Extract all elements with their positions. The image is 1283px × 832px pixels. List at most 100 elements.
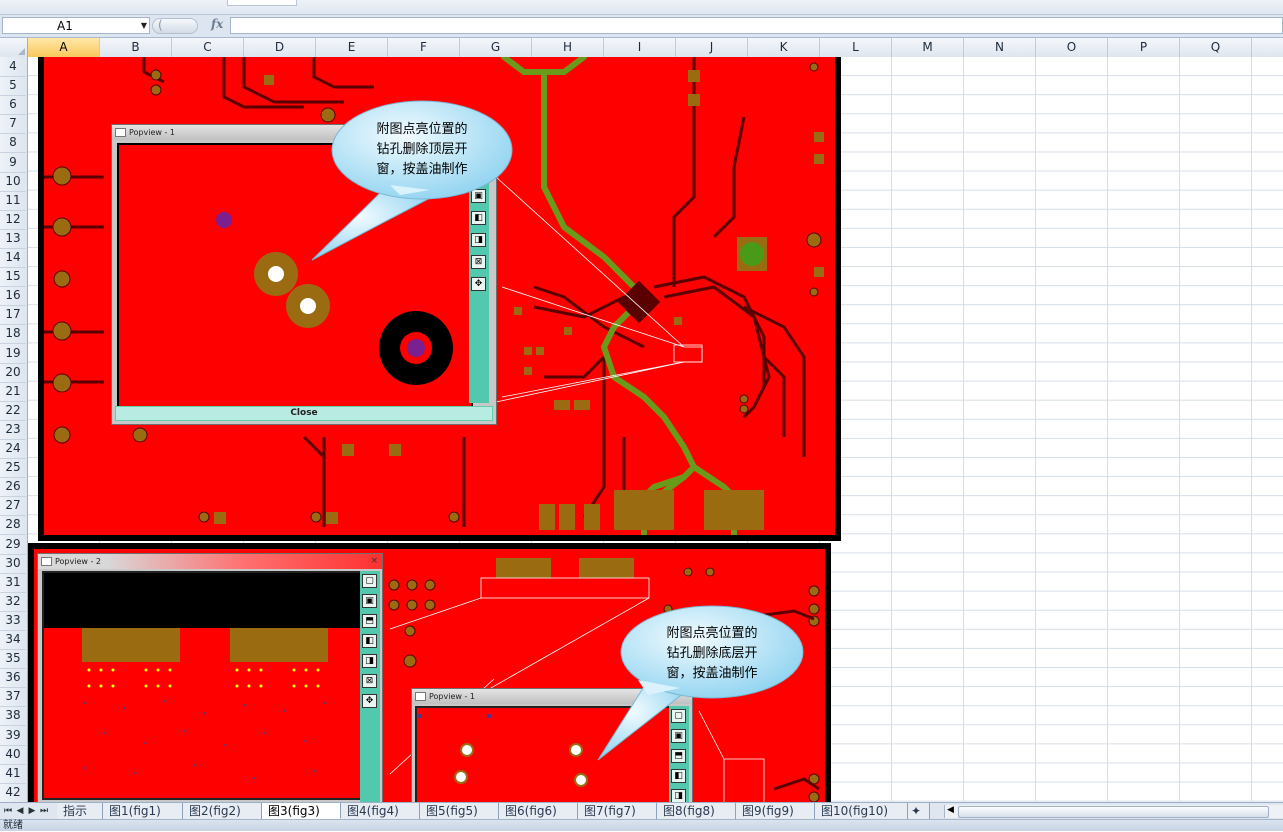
row-header[interactable]: 17	[0, 305, 26, 326]
scroll-left-icon[interactable]: ◀	[947, 805, 954, 815]
row-header[interactable]: 26	[0, 477, 26, 498]
row-header[interactable]: 14	[0, 248, 26, 268]
row-header[interactable]: 27	[0, 496, 26, 517]
callout-text: 附图点亮位置的 钻孔删除底层开 窗，按盖油制作	[646, 624, 778, 684]
pan-up-icon[interactable]: ⬒	[362, 614, 377, 628]
row-header[interactable]: 33	[0, 611, 26, 631]
row-header[interactable]: 23	[0, 420, 26, 440]
row-header[interactable]: 10	[0, 172, 26, 192]
row-header[interactable]: 36	[0, 668, 26, 689]
row-header[interactable]: 9	[0, 153, 26, 173]
row-header[interactable]: 4	[0, 57, 26, 77]
popview-window-bottom-left[interactable]: Popview - 2 × ▢ ▣ ⬒ ◧ ◨ ⊠ ✥	[37, 553, 383, 803]
last-sheet-icon[interactable]: ⏭	[38, 804, 50, 818]
row-header[interactable]: 16	[0, 286, 26, 307]
formula-expand-handle[interactable]: (	[152, 18, 198, 34]
row-header[interactable]: 13	[0, 229, 26, 249]
sheet-tab-fig3[interactable]: 图3(fig3)	[262, 803, 341, 819]
row-header[interactable]: 5	[0, 76, 26, 97]
column-header-n[interactable]: N	[964, 38, 1036, 57]
row-header[interactable]: 21	[0, 382, 26, 402]
column-header-k[interactable]: K	[748, 38, 820, 57]
select-all-corner[interactable]	[0, 38, 28, 57]
popview-canvas[interactable]	[42, 571, 362, 800]
sheet-tab-index[interactable]: 指示	[57, 803, 103, 819]
expand-icon[interactable]: ✥	[362, 694, 377, 708]
sheet-tab-fig6[interactable]: 图6(fig6)	[499, 803, 578, 819]
row-header[interactable]: 11	[0, 191, 26, 211]
row-header[interactable]: 42	[0, 783, 26, 802]
column-header-e[interactable]: E	[316, 38, 388, 57]
column-header-q[interactable]: Q	[1180, 38, 1252, 57]
row-header[interactable]: 12	[0, 210, 26, 230]
column-header-f[interactable]: F	[388, 38, 460, 57]
pill-glyph: (	[158, 18, 163, 32]
row-headers: 4 5 6 7 8 9 10 11 12 13 14 15 16 17 18 1…	[0, 57, 28, 802]
pan-right-icon[interactable]: ◨	[671, 789, 686, 803]
row-header[interactable]: 25	[0, 458, 26, 479]
sheet-tab-fig9[interactable]: 图9(fig9)	[736, 803, 815, 819]
sheet-tab-fig4[interactable]: 图4(fig4)	[341, 803, 420, 819]
row-header[interactable]: 35	[0, 649, 26, 670]
row-header[interactable]: 40	[0, 745, 26, 765]
row-header[interactable]: 29	[0, 535, 26, 555]
row-header[interactable]: 18	[0, 324, 26, 345]
first-sheet-icon[interactable]: ⏮	[2, 804, 14, 818]
row-header[interactable]: 38	[0, 706, 26, 727]
sheet-tab-fig2[interactable]: 图2(fig2)	[183, 803, 262, 819]
column-header-l[interactable]: L	[820, 38, 892, 57]
chevron-down-icon[interactable]: ▼	[141, 21, 147, 30]
zoom-in-icon[interactable]: ▣	[362, 594, 377, 608]
row-header[interactable]: 30	[0, 554, 26, 574]
column-header-b[interactable]: B	[100, 38, 172, 57]
name-box[interactable]: A1 ▼	[2, 17, 150, 34]
column-header-i[interactable]: I	[604, 38, 676, 57]
row-header[interactable]: 34	[0, 630, 26, 650]
column-header-m[interactable]: M	[892, 38, 964, 57]
row-header[interactable]: 22	[0, 401, 26, 421]
pan-left-icon[interactable]: ◧	[362, 634, 377, 648]
fit-view-icon[interactable]: ⊠	[362, 674, 377, 688]
column-header-p[interactable]: P	[1108, 38, 1180, 57]
row-header[interactable]: 31	[0, 573, 26, 593]
next-sheet-icon[interactable]: ▶	[26, 804, 38, 818]
close-icon[interactable]: ×	[370, 554, 378, 569]
row-header[interactable]: 15	[0, 267, 26, 288]
sheet-tab-fig7[interactable]: 图7(fig7)	[578, 803, 657, 819]
close-button[interactable]: Close	[115, 406, 493, 421]
row-header[interactable]: 19	[0, 344, 26, 364]
row-header[interactable]: 20	[0, 363, 26, 383]
row-header[interactable]: 6	[0, 95, 26, 116]
pan-right-icon[interactable]: ◨	[362, 654, 377, 668]
row-header[interactable]: 37	[0, 687, 26, 708]
popview-title: Popview - 1	[129, 128, 175, 137]
row-header[interactable]: 41	[0, 764, 26, 784]
row-header[interactable]: 39	[0, 726, 26, 746]
formula-input[interactable]	[230, 17, 1283, 34]
insert-sheet-icon[interactable]: ✦	[908, 803, 930, 819]
insert-function-icon[interactable]: fx	[211, 17, 223, 31]
sheet-tab-fig1[interactable]: 图1(fig1)	[103, 803, 183, 819]
row-header[interactable]: 24	[0, 439, 26, 459]
column-header-j[interactable]: J	[676, 38, 748, 57]
column-header-h[interactable]: H	[532, 38, 604, 57]
column-header-d[interactable]: D	[244, 38, 316, 57]
ribbon-control-stub	[227, 0, 297, 6]
zoom-out-icon[interactable]: ▢	[362, 574, 377, 588]
sheet-tab-fig8[interactable]: 图8(fig8)	[657, 803, 736, 819]
row-header[interactable]: 8	[0, 133, 26, 154]
row-header[interactable]: 28	[0, 515, 26, 536]
prev-sheet-icon[interactable]: ◀	[14, 804, 26, 818]
column-header-c[interactable]: C	[172, 38, 244, 57]
column-header-g[interactable]: G	[460, 38, 532, 57]
horizontal-scrollbar[interactable]: ◀	[944, 805, 1283, 818]
row-header[interactable]: 7	[0, 114, 26, 135]
sheet-tab-fig5[interactable]: 图5(fig5)	[420, 803, 499, 819]
column-header-a[interactable]: A	[28, 38, 100, 57]
column-header-o[interactable]: O	[1036, 38, 1108, 57]
row-header[interactable]: 32	[0, 592, 26, 612]
popview-title-bar[interactable]: Popview - 2 ×	[38, 554, 382, 569]
expand-icon[interactable]: ✥	[471, 277, 486, 291]
scrollbar-thumb[interactable]	[958, 806, 1269, 818]
sheet-tab-fig10[interactable]: 图10(fig10)	[815, 803, 908, 819]
